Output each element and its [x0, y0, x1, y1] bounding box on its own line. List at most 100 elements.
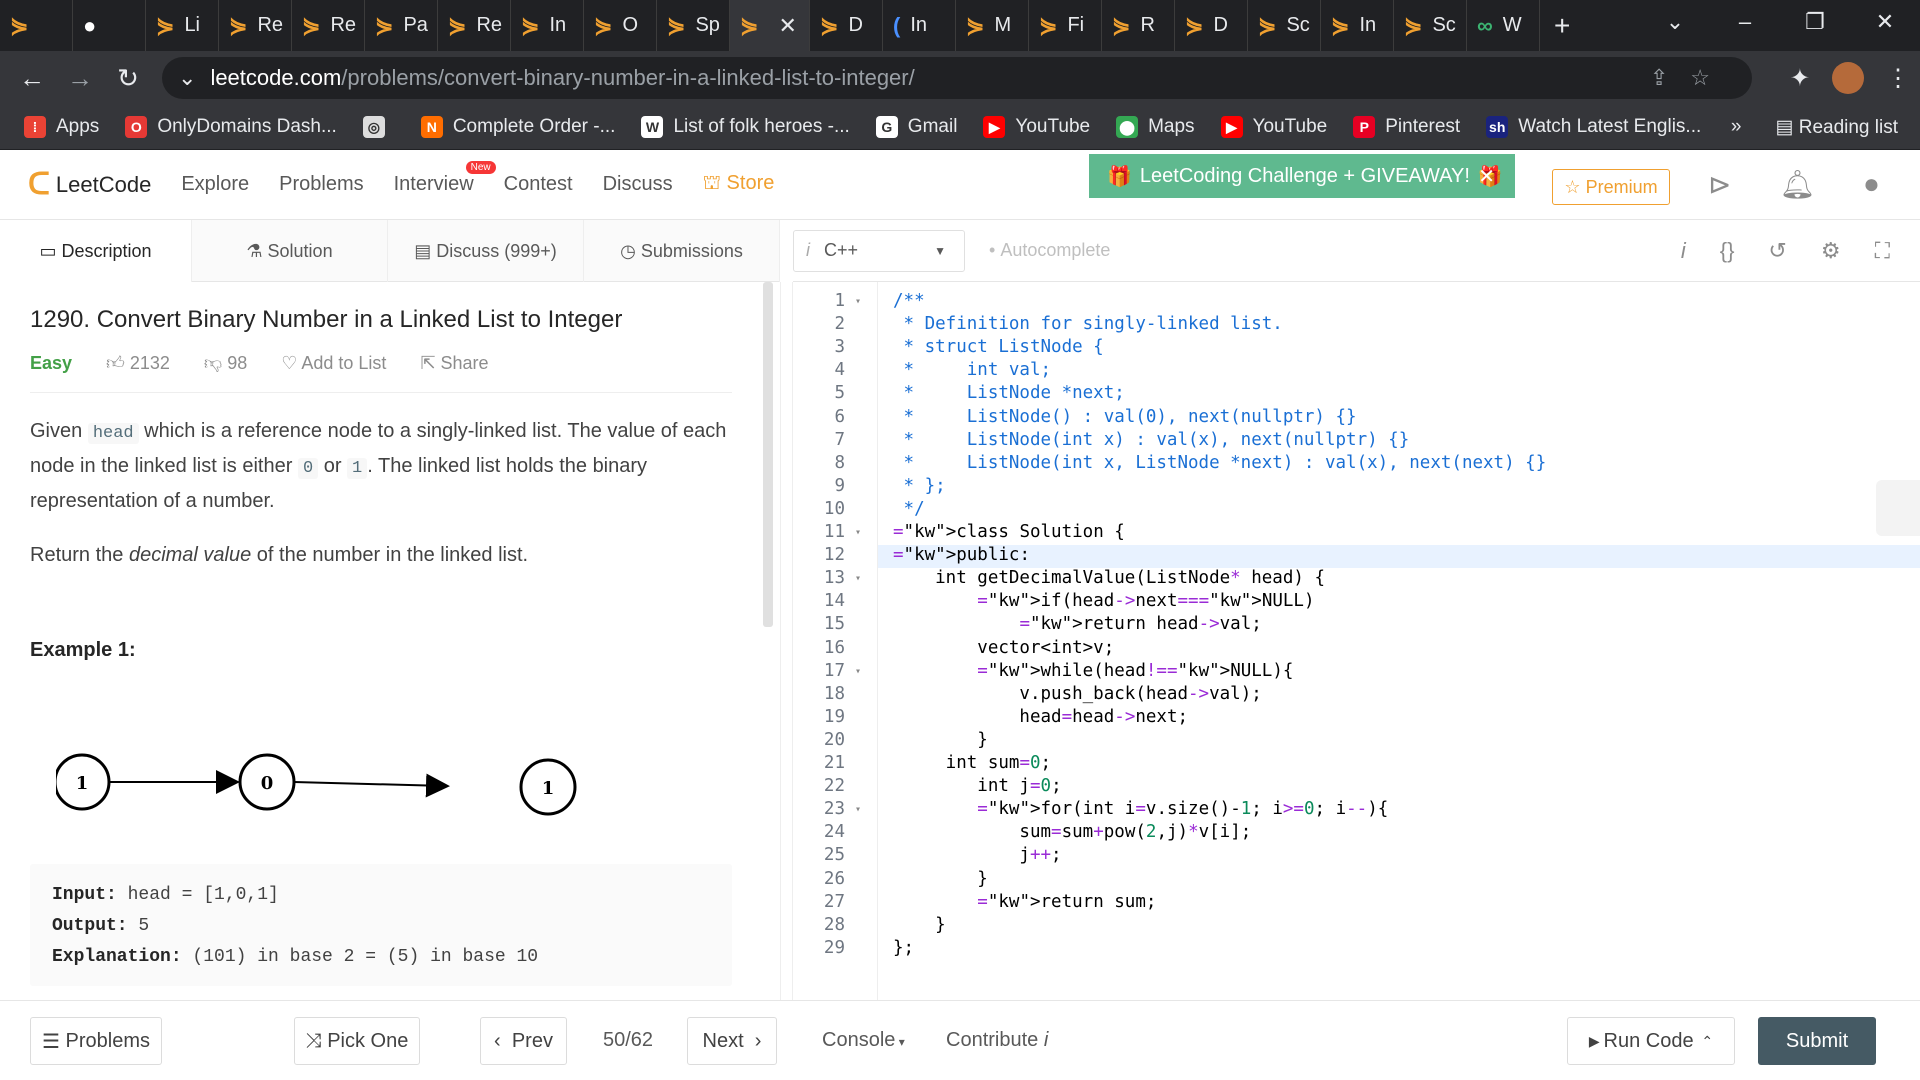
reset-icon[interactable]: ↺: [1768, 238, 1786, 264]
explanation-value: (101) in base 2 = (5) in base 10: [181, 947, 539, 967]
user-account-icon[interactable]: ●: [1863, 168, 1880, 201]
promo-close-icon[interactable]: ✕: [1478, 164, 1495, 189]
close-tab-icon[interactable]: ✕: [778, 13, 796, 39]
new-tab-icon[interactable]: +: [1554, 10, 1570, 42]
description-scrollbar[interactable]: [763, 282, 773, 627]
promo-banner[interactable]: 🎁 LeetCoding Challenge + GIVEAWAY! 🎁 ✕: [1089, 154, 1515, 198]
browser-tab[interactable]: ⋟ D: [810, 0, 883, 51]
console-toggle[interactable]: Console ▾: [822, 1029, 905, 1052]
forward-icon[interactable]: →: [56, 63, 104, 94]
line-number: 18: [823, 683, 845, 704]
reading-list-button[interactable]: ▤ Reading list: [1775, 116, 1898, 139]
prev-button[interactable]: ‹ Prev: [480, 1017, 567, 1065]
browser-tab[interactable]: ∞ W: [1467, 0, 1540, 51]
fold-arrow-icon[interactable]: ▾: [855, 296, 861, 307]
tab-discuss[interactable]: ▤ Discuss (999+): [388, 220, 584, 282]
run-code-button[interactable]: ▶ Run Code ⌃: [1567, 1017, 1735, 1065]
fold-arrow-icon[interactable]: ▾: [855, 527, 861, 538]
browser-tab[interactable]: ⋟ D: [1175, 0, 1248, 51]
contribute-link[interactable]: Contribute i: [946, 1029, 1048, 1052]
tab-solution[interactable]: ⚗ Solution: [192, 220, 388, 282]
browser-tab[interactable]: (In: [883, 0, 956, 51]
bookmarks-more[interactable]: »: [1731, 116, 1742, 138]
restore-icon[interactable]: ❐: [1780, 0, 1850, 51]
back-icon[interactable]: ←: [8, 63, 56, 94]
browser-tab[interactable]: ⋟ R: [1102, 0, 1175, 51]
info-icon[interactable]: i: [1681, 238, 1686, 264]
braces-icon[interactable]: {}: [1720, 238, 1735, 264]
browser-tab[interactable]: ⋟ O: [584, 0, 657, 51]
dislike-button[interactable]: 👎︎ 98: [204, 352, 247, 374]
nav-store[interactable]: ⛫ Store: [703, 172, 775, 197]
share-button[interactable]: ⇱ Share: [420, 353, 488, 374]
browser-tab[interactable]: ⋟ ✕: [730, 0, 810, 51]
p2-text: of the number in the linked list.: [251, 544, 529, 566]
line-gutter: 1 ▾ 2 3 4 5 6 7 8 9 10 11 ▾ 12 13 ▾ 14 15 16 17 ▾ 18 19 20 21 22 2…: [793, 282, 878, 1000]
bookmark-item[interactable]: N Complete Order -...: [420, 116, 615, 138]
next-button[interactable]: Next ›: [687, 1017, 777, 1065]
add-to-list-button[interactable]: ♡ Add to List: [281, 353, 386, 374]
browser-tab[interactable]: ⋟ Pa: [365, 0, 438, 51]
notification-bell-icon[interactable]: 🔔︎: [1779, 168, 1815, 201]
fold-arrow-icon[interactable]: ▾: [855, 804, 861, 815]
browser-tab[interactable]: ⋟ In: [1321, 0, 1394, 51]
bookmark-item[interactable]: ▶ YouTube: [983, 116, 1090, 138]
playground-icon[interactable]: ⊳: [1708, 168, 1731, 201]
copy-side-tab[interactable]: [1876, 480, 1920, 536]
browser-tab[interactable]: ⋟ Sc: [1248, 0, 1321, 51]
share-star-icons[interactable]: ⇪☆: [1650, 65, 1732, 91]
like-button[interactable]: 👍︎ 2132: [106, 352, 170, 374]
browser-tab[interactable]: ⋟ Li: [146, 0, 219, 51]
tab-search-icon[interactable]: ⌄: [1640, 0, 1710, 51]
bookmark-item[interactable]: ▶ YouTube: [1220, 116, 1327, 138]
nav-discuss[interactable]: Discuss: [603, 173, 673, 196]
browser-tab[interactable]: ⋟: [0, 0, 73, 51]
autocomplete-toggle[interactable]: • Autocomplete: [989, 240, 1110, 261]
bookmark-item[interactable]: G Gmail: [875, 116, 957, 138]
reload-icon[interactable]: ↻: [104, 63, 152, 94]
tab-description[interactable]: ▭ Description: [0, 220, 192, 282]
submit-button[interactable]: Submit: [1758, 1017, 1876, 1065]
address-bar-row: ← → ↻ ⌄ leetcode.com/problems/convert-bi…: [0, 51, 1920, 105]
nav-interview[interactable]: Interview New: [394, 161, 496, 196]
nav-problems[interactable]: Problems: [279, 173, 363, 196]
bookmark-item[interactable]: sh Watch Latest Englis...: [1486, 116, 1701, 138]
bookmark-item[interactable]: ◎: [362, 116, 395, 138]
fold-arrow-icon[interactable]: ▾: [855, 573, 861, 584]
tab-submissions[interactable]: ◷ Submissions: [584, 220, 780, 282]
pick-one-button[interactable]: ⤨ Pick One: [294, 1017, 420, 1065]
premium-button[interactable]: ☆ Premium: [1552, 169, 1670, 205]
menu-icon[interactable]: ⋮: [1886, 64, 1910, 93]
nav-contest[interactable]: Contest: [504, 173, 573, 196]
browser-tab[interactable]: ⋟ M: [956, 0, 1029, 51]
browser-tab[interactable]: ⋟ In: [511, 0, 584, 51]
panel-resize-handle[interactable]: [780, 282, 793, 1000]
site-info-icon[interactable]: ⌄: [178, 65, 196, 91]
bookmark-item[interactable]: ⬤ Maps: [1116, 116, 1195, 138]
code-editor[interactable]: 1 ▾ 2 3 4 5 6 7 8 9 10 11 ▾ 12 13 ▾ 14 15 16 17 ▾ 18 19 20 21 22 2…: [793, 282, 1920, 1000]
bookmark-item[interactable]: ⁞ Apps: [24, 116, 99, 138]
browser-tab[interactable]: ⋟ Sp: [657, 0, 730, 51]
leetcode-logo[interactable]: ᑕ LeetCode: [28, 167, 151, 202]
bookmark-item[interactable]: W List of folk heroes -...: [641, 116, 850, 138]
browser-tab[interactable]: ⋟ Re: [438, 0, 511, 51]
browser-tab[interactable]: ●: [73, 0, 146, 51]
url-input[interactable]: ⌄ leetcode.com/problems/convert-binary-n…: [162, 57, 1752, 99]
bookmark-item[interactable]: P Pinterest: [1353, 116, 1460, 138]
browser-tab[interactable]: ⋟ Re: [292, 0, 365, 51]
minimize-icon[interactable]: –: [1710, 0, 1780, 51]
fold-arrow-icon[interactable]: ▾: [855, 666, 861, 677]
settings-icon[interactable]: ⚙: [1821, 238, 1841, 264]
maps-icon: ⬤: [1116, 116, 1139, 138]
extensions-icon[interactable]: ✦: [1790, 64, 1810, 93]
browser-tab[interactable]: ⋟ Re: [219, 0, 292, 51]
problems-button[interactable]: ☰ Problems: [30, 1017, 162, 1065]
close-window-icon[interactable]: ✕: [1850, 0, 1920, 51]
fullscreen-icon[interactable]: ⛶: [1875, 238, 1890, 264]
profile-avatar[interactable]: [1832, 62, 1864, 94]
browser-tab[interactable]: ⋟ Sc: [1394, 0, 1467, 51]
nav-explore[interactable]: Explore: [181, 173, 249, 196]
browser-tab[interactable]: ⋟ Fi: [1029, 0, 1102, 51]
bookmark-item[interactable]: O OnlyDomains Dash...: [125, 116, 337, 138]
language-select[interactable]: i C++ ▼: [793, 229, 965, 272]
